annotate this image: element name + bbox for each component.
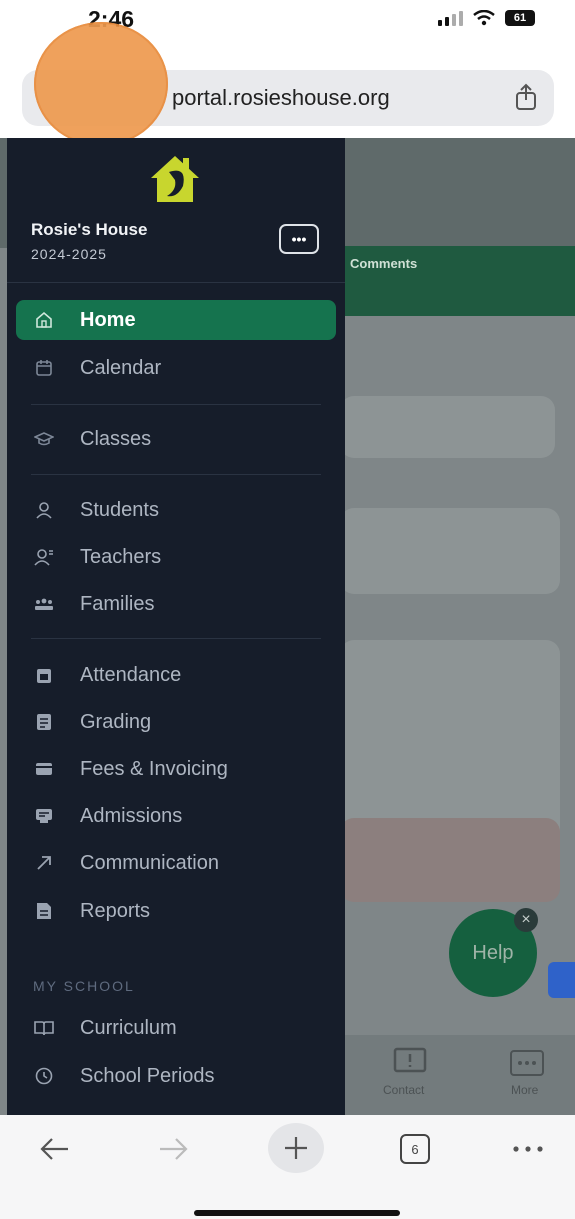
browser-toolbar: 6 (0, 1115, 575, 1219)
browser-more-button[interactable] (508, 1127, 548, 1171)
admissions-icon (34, 806, 54, 826)
close-icon[interactable]: × (514, 908, 538, 932)
sidebar-item-reports[interactable]: Reports (16, 891, 336, 931)
sidebar-item-label: Home (80, 308, 136, 331)
touch-indicator (34, 22, 168, 146)
sidebar-item-label: Fees & Invoicing (80, 757, 228, 780)
sidebar-item-label: Grading (80, 710, 152, 733)
signal-icon (438, 10, 463, 26)
sidebar-item-label: Attendance (80, 663, 182, 686)
sidebar-item-label: Classes (80, 427, 152, 450)
back-button[interactable] (34, 1127, 74, 1171)
sidebar-item-calendar[interactable]: Calendar (16, 348, 336, 388)
contact-icon (393, 1047, 427, 1073)
forward-button[interactable] (154, 1127, 194, 1171)
url-text[interactable]: portal.rosieshouse.org (172, 85, 390, 111)
more-icon (510, 1050, 544, 1076)
new-tab-button[interactable] (268, 1123, 324, 1173)
bg-comments-strip: Comments (330, 246, 575, 316)
sidebar-item-label: Students (80, 498, 159, 521)
report-icon (34, 901, 54, 921)
tabs-button[interactable]: 6 (398, 1127, 432, 1171)
home-indicator (194, 1210, 400, 1216)
sidebar-item-label: Curriculum (80, 1016, 177, 1039)
clock-icon (34, 1066, 54, 1086)
calendar-icon (34, 358, 54, 378)
sidebar-item-teachers[interactable]: Teachers (16, 537, 336, 577)
attendance-icon (34, 665, 54, 685)
sidebar-item-label: Families (80, 592, 155, 615)
bg-bottom-bar: Contact More (345, 1035, 575, 1115)
sidebar: Rosie's House 2024-2025 ••• Home Calenda… (7, 138, 345, 1115)
house-logo-icon (151, 156, 199, 202)
grading-icon (34, 712, 54, 732)
bg-card (340, 396, 555, 458)
sidebar-item-home[interactable]: Home (16, 300, 336, 340)
student-icon (34, 500, 54, 520)
school-year: 2024-2025 (31, 246, 107, 262)
sidebar-item-label: Teachers (80, 545, 162, 568)
sidebar-item-attendance[interactable]: Attendance (16, 655, 336, 695)
invoice-icon (34, 759, 54, 779)
bg-card (340, 818, 560, 902)
divider (31, 404, 321, 405)
divider (31, 474, 321, 475)
section-label-my-school: MY SCHOOL (33, 978, 135, 994)
bg-card (340, 508, 560, 594)
plus-icon (285, 1137, 307, 1159)
sidebar-item-label: School Periods (80, 1064, 215, 1087)
school-name: Rosie's House (31, 220, 148, 239)
book-icon (34, 1018, 54, 1038)
sidebar-item-students[interactable]: Students (16, 490, 336, 530)
sidebar-item-classes[interactable]: Classes (16, 419, 336, 459)
sidebar-item-label: Communication (80, 851, 219, 874)
sidebar-item-curriculum[interactable]: Curriculum (16, 1008, 336, 1048)
tab-count: 6 (400, 1134, 430, 1164)
school-options-button[interactable]: ••• (279, 224, 319, 254)
sidebar-item-communication[interactable]: Communication (16, 843, 336, 883)
families-icon (34, 594, 54, 614)
share-icon[interactable] (512, 82, 540, 112)
home-icon (34, 310, 54, 330)
sidebar-item-school-periods[interactable]: School Periods (16, 1056, 336, 1096)
sidebar-item-label: Reports (80, 899, 151, 922)
bg-more-label: More (511, 1083, 539, 1097)
graduation-cap-icon (34, 429, 54, 449)
sidebar-item-admissions[interactable]: Admissions (16, 796, 336, 836)
back-arrow-icon (40, 1138, 68, 1160)
arrow-icon (34, 853, 54, 873)
sidebar-item-label: Admissions (80, 804, 183, 827)
divider (7, 282, 345, 283)
battery-icon: 61 (505, 10, 535, 26)
sidebar-item-label: Calendar (80, 356, 162, 379)
bg-strip-title: Comments (350, 256, 418, 271)
wifi-icon (473, 10, 495, 26)
sidebar-item-fees-invoicing[interactable]: Fees & Invoicing (16, 749, 336, 789)
divider (31, 638, 321, 639)
bg-blue-tab (548, 962, 575, 998)
sidebar-item-grading[interactable]: Grading (16, 702, 336, 742)
ellipsis-icon (513, 1146, 543, 1152)
bg-contact-label: Contact (383, 1083, 425, 1097)
teacher-icon (34, 547, 54, 567)
forward-arrow-icon (160, 1138, 188, 1160)
status-icons: 61 (438, 10, 535, 26)
sidebar-item-families[interactable]: Families (16, 584, 336, 624)
